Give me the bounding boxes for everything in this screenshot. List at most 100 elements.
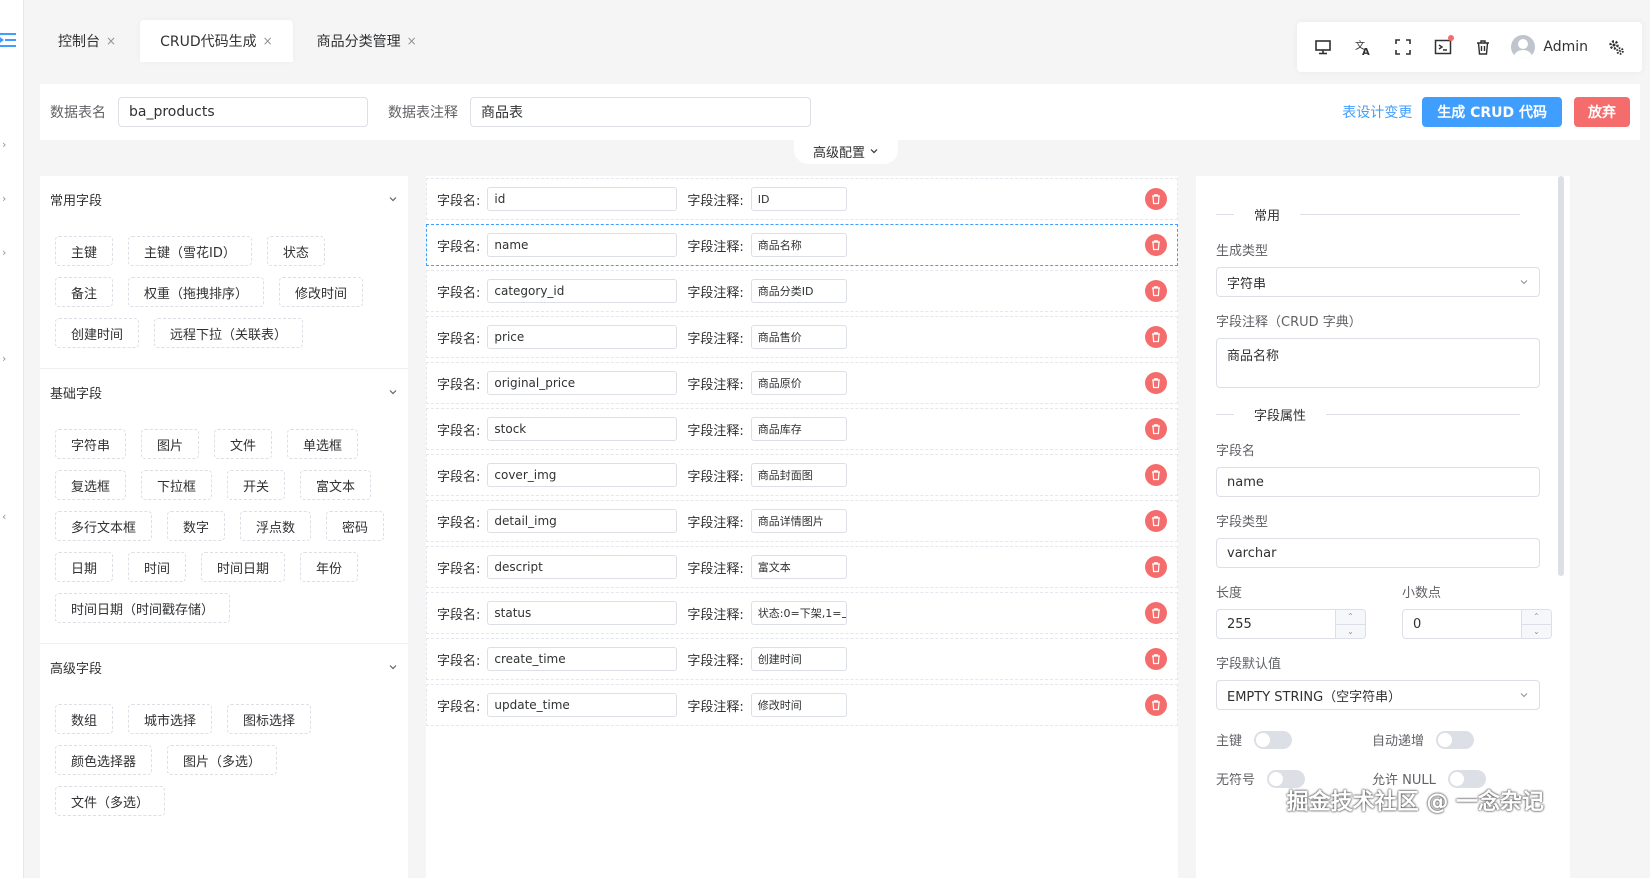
- field-chip[interactable]: 单选框: [287, 429, 359, 459]
- field-row[interactable]: 字段名: descript 字段注释: 富文本: [426, 546, 1178, 588]
- field-name-input[interactable]: detail_img: [487, 509, 678, 533]
- field-chip[interactable]: 字符串: [55, 429, 127, 459]
- section-header[interactable]: 常用字段: [40, 176, 408, 222]
- field-chip[interactable]: 权重（拖拽排序）: [128, 277, 265, 307]
- field-chip[interactable]: 主键: [55, 236, 114, 266]
- field-comment-input[interactable]: ID: [750, 187, 847, 211]
- delete-field-button[interactable]: [1145, 418, 1167, 440]
- delete-field-button[interactable]: [1145, 694, 1167, 716]
- field-name-input[interactable]: create_time: [487, 647, 678, 671]
- table-design-change-link[interactable]: 表设计变更: [1342, 102, 1412, 122]
- section-header[interactable]: 高级字段: [40, 644, 408, 690]
- field-comment-textarea[interactable]: 商品名称: [1216, 338, 1540, 388]
- field-row[interactable]: 字段名: id 字段注释: ID: [426, 178, 1178, 220]
- length-stepper[interactable]: 255 ⌃ ⌄: [1216, 609, 1366, 639]
- primary-key-switch[interactable]: [1254, 730, 1293, 749]
- close-icon[interactable]: ×: [407, 34, 417, 48]
- field-row[interactable]: 字段名: create_time 字段注释: 创建时间: [426, 638, 1178, 680]
- field-chip[interactable]: 复选框: [55, 470, 127, 500]
- field-chip[interactable]: 时间日期: [201, 552, 286, 582]
- chevron-down-icon[interactable]: ⌄: [1522, 624, 1551, 638]
- field-comment-input[interactable]: 商品名称: [750, 233, 847, 257]
- field-chip[interactable]: 密码: [326, 511, 385, 541]
- field-chip[interactable]: 日期: [55, 552, 114, 582]
- field-chip[interactable]: 远程下拉（关联表）: [154, 318, 304, 348]
- discard-button[interactable]: 放弃: [1574, 97, 1630, 127]
- field-chip[interactable]: 图片: [141, 429, 200, 459]
- close-icon[interactable]: ×: [106, 34, 116, 48]
- field-comment-input[interactable]: 商品售价: [750, 325, 847, 349]
- delete-field-button[interactable]: [1145, 556, 1167, 578]
- field-comment-input[interactable]: 商品详情图片: [750, 509, 847, 533]
- decimal-stepper[interactable]: 0 ⌃ ⌄: [1402, 609, 1552, 639]
- delete-field-button[interactable]: [1145, 464, 1167, 486]
- field-row[interactable]: 字段名: update_time 字段注释: 修改时间: [426, 684, 1178, 726]
- field-row[interactable]: 字段名: category_id 字段注释: 商品分类ID: [426, 270, 1178, 312]
- field-comment-input[interactable]: 富文本: [750, 555, 847, 579]
- field-chip[interactable]: 修改时间: [279, 277, 364, 307]
- field-chip[interactable]: 数字: [167, 511, 226, 541]
- field-chip[interactable]: 图片（多选）: [167, 745, 278, 775]
- field-chip[interactable]: 富文本: [300, 470, 372, 500]
- translate-icon[interactable]: 文A: [1351, 35, 1375, 59]
- sidebar-arrow-icon[interactable]: ›: [2, 352, 6, 365]
- field-chip[interactable]: 状态: [266, 236, 325, 266]
- field-name-input[interactable]: update_time: [487, 693, 678, 717]
- field-name-input[interactable]: original_price: [487, 371, 678, 395]
- field-name-input[interactable]: name: [1216, 467, 1540, 497]
- sidebar-arrow-icon[interactable]: ›: [2, 192, 6, 205]
- field-chip[interactable]: 创建时间: [55, 318, 140, 348]
- field-comment-input[interactable]: 创建时间: [750, 647, 847, 671]
- terminal-icon[interactable]: [1431, 35, 1455, 59]
- field-chip[interactable]: 时间日期（时间戳存储）: [55, 593, 231, 623]
- generate-crud-button[interactable]: 生成 CRUD 代码: [1422, 97, 1562, 127]
- auto-increment-switch[interactable]: [1436, 730, 1475, 749]
- sidebar-arrow-icon[interactable]: ›: [2, 138, 6, 151]
- delete-field-button[interactable]: [1145, 510, 1167, 532]
- field-chip[interactable]: 主键（雪花ID）: [128, 236, 252, 266]
- field-chip[interactable]: 颜色选择器: [55, 745, 153, 775]
- delete-field-button[interactable]: [1145, 648, 1167, 670]
- advanced-config-toggle[interactable]: 高级配置: [794, 138, 898, 164]
- field-name-input[interactable]: cover_img: [487, 463, 678, 487]
- field-type-input[interactable]: varchar: [1216, 538, 1540, 568]
- chevron-up-icon[interactable]: ⌃: [1522, 610, 1551, 625]
- field-row[interactable]: 字段名: price 字段注释: 商品售价: [426, 316, 1178, 358]
- delete-field-button[interactable]: [1145, 602, 1167, 624]
- field-chip[interactable]: 文件: [214, 429, 273, 459]
- user-menu[interactable]: Admin: [1511, 35, 1588, 59]
- settings-icon[interactable]: [1604, 35, 1628, 59]
- section-header[interactable]: 基础字段: [40, 369, 408, 415]
- gen-type-select[interactable]: 字符串: [1216, 267, 1540, 297]
- field-chip[interactable]: 文件（多选）: [55, 786, 166, 816]
- field-name-input[interactable]: descript: [487, 555, 678, 579]
- field-chip[interactable]: 图标选择: [227, 704, 312, 734]
- fullscreen-icon[interactable]: [1391, 35, 1415, 59]
- tab-dashboard[interactable]: 控制台 ×: [38, 20, 136, 62]
- field-row[interactable]: 字段名: name 字段注释: 商品名称: [426, 224, 1178, 266]
- table-comment-input[interactable]: 商品表: [470, 97, 811, 127]
- field-name-input[interactable]: price: [487, 325, 678, 349]
- tab-crud-generator[interactable]: CRUD代码生成 ×: [140, 20, 293, 62]
- menu-fold-icon[interactable]: [0, 33, 18, 47]
- trash-icon[interactable]: [1471, 35, 1495, 59]
- field-chip[interactable]: 开关: [227, 470, 286, 500]
- delete-field-button[interactable]: [1145, 280, 1167, 302]
- field-comment-input[interactable]: 状态:0=下架,1=上架: [750, 601, 847, 625]
- field-row[interactable]: 字段名: status 字段注释: 状态:0=下架,1=上架: [426, 592, 1178, 634]
- field-chip[interactable]: 城市选择: [128, 704, 213, 734]
- field-comment-input[interactable]: 商品原价: [750, 371, 847, 395]
- close-icon[interactable]: ×: [263, 34, 273, 48]
- monitor-icon[interactable]: [1311, 35, 1335, 59]
- field-chip[interactable]: 备注: [55, 277, 114, 307]
- delete-field-button[interactable]: [1145, 234, 1167, 256]
- field-chip[interactable]: 下拉框: [141, 470, 213, 500]
- field-chip[interactable]: 多行文本框: [55, 511, 153, 541]
- delete-field-button[interactable]: [1145, 326, 1167, 348]
- delete-field-button[interactable]: [1145, 372, 1167, 394]
- field-name-input[interactable]: id: [487, 187, 678, 211]
- field-comment-input[interactable]: 商品封面图: [750, 463, 847, 487]
- table-name-input[interactable]: ba_products: [118, 97, 368, 127]
- field-chip[interactable]: 时间: [128, 552, 187, 582]
- field-row[interactable]: 字段名: stock 字段注释: 商品库存: [426, 408, 1178, 450]
